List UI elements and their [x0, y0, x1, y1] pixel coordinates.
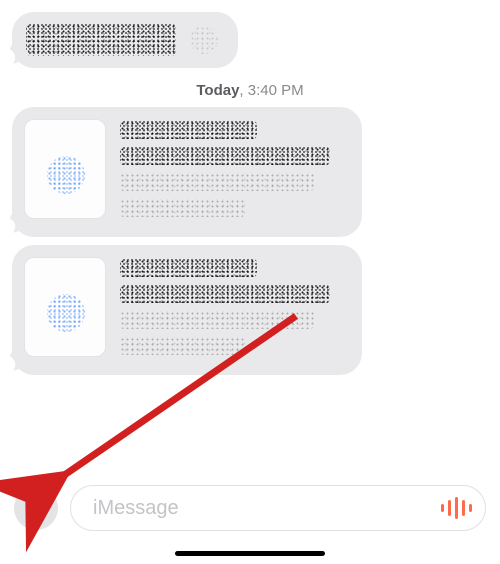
redacted-text — [120, 285, 330, 303]
timestamp-day: Today — [196, 82, 239, 99]
redacted-thumbnail — [47, 294, 85, 332]
redacted-text — [120, 199, 245, 217]
redacted-text — [120, 147, 330, 165]
redacted-text — [26, 24, 176, 56]
plus-icon — [25, 495, 47, 522]
timestamp-time: 3:40 PM — [248, 82, 304, 99]
redacted-text — [120, 121, 257, 139]
composer-bar — [0, 482, 500, 534]
redacted-text — [120, 173, 314, 191]
attachment-thumbnail[interactable] — [24, 119, 106, 219]
message-bubble-incoming[interactable] — [12, 12, 238, 68]
message-input[interactable] — [91, 496, 441, 521]
timestamp-separator: Today, 3:40 PM — [12, 82, 488, 99]
attachment-thumbnail[interactable] — [24, 257, 106, 357]
waveform-icon — [439, 497, 474, 519]
message-bubble-attachment[interactable] — [12, 107, 362, 237]
redacted-text — [120, 259, 257, 277]
redacted-text — [120, 337, 245, 355]
redacted-text — [190, 26, 218, 54]
redacted-text — [120, 311, 314, 329]
message-field[interactable] — [70, 485, 486, 531]
home-indicator[interactable] — [175, 551, 325, 556]
voice-message-button[interactable] — [441, 493, 471, 523]
redacted-thumbnail — [47, 156, 85, 194]
plus-button[interactable] — [14, 486, 58, 530]
chat-thread: Today, 3:40 PM — [0, 0, 500, 469]
message-bubble-attachment[interactable] — [12, 245, 362, 375]
